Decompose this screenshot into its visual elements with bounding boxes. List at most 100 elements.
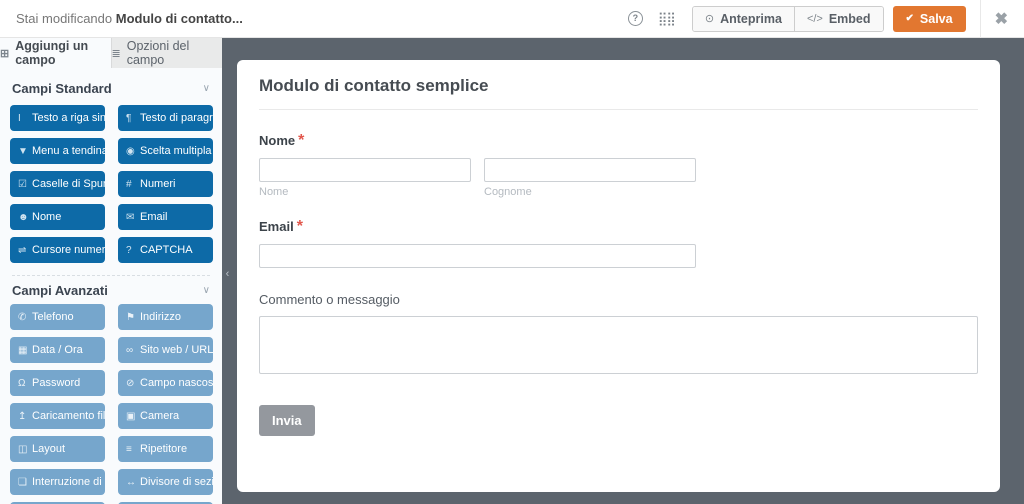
field-button-menu-a-tendina[interactable]: ▼ Menu a tendina xyxy=(10,138,105,164)
advanced-section-header[interactable]: Campi Avanzati ∨ xyxy=(12,282,210,298)
eye-icon: ⊙ xyxy=(704,13,715,25)
email-input[interactable] xyxy=(259,244,696,268)
field-type-icon: ≡ xyxy=(126,443,132,455)
required-asterisk: * xyxy=(296,218,303,235)
first-name-input[interactable] xyxy=(259,158,471,182)
field-button-numeri[interactable]: # Numeri xyxy=(118,171,213,197)
field-type-icon: ⇌ xyxy=(18,244,27,256)
field-button-password[interactable]: Ω Password xyxy=(10,370,105,396)
last-name-sublabel: Cognome xyxy=(484,186,532,198)
field-button-label: Testo a riga singola xyxy=(32,112,105,124)
tab-add-field-label: Aggiungi un campo xyxy=(15,39,89,67)
last-name-input[interactable] xyxy=(484,158,696,182)
standard-fields-grid: I Testo a riga singola ¶ Testo di paragr… xyxy=(10,105,213,263)
chevron-down-icon: ∨ xyxy=(202,82,210,94)
field-button-cursore-numerico[interactable]: ⇌ Cursore numerico xyxy=(10,237,105,263)
field-type-icon: I xyxy=(18,112,21,124)
add-field-icon: ⊞ xyxy=(0,47,10,60)
field-button-testo-a-riga-singola[interactable]: I Testo a riga singola xyxy=(10,105,105,131)
standard-fields-section: Campi Standard ∨ I Testo a riga singola … xyxy=(0,80,222,263)
comment-field-block[interactable]: Commento o messaggio xyxy=(259,292,978,379)
field-button-layout[interactable]: ◫ Layout xyxy=(10,436,105,462)
field-type-icon: ▣ xyxy=(126,410,136,422)
field-button-divisore-di-sezione[interactable]: ↔ Divisore di sezione xyxy=(118,469,213,495)
chevron-left-icon: ‹ xyxy=(225,268,230,280)
field-type-icon: ☻ xyxy=(18,211,29,223)
field-button-label: Nome xyxy=(32,211,62,223)
field-button-label: Scelta multipla xyxy=(140,145,212,157)
field-type-icon: ⚑ xyxy=(126,311,135,323)
field-type-icon: ✆ xyxy=(18,311,27,323)
field-button-label: Sito web / URL xyxy=(140,344,213,356)
field-button-label: Caricamento file xyxy=(32,410,105,422)
comment-textarea[interactable] xyxy=(259,316,978,374)
field-type-icon: ◫ xyxy=(18,443,28,455)
tab-field-options[interactable]: ≣ Opzioni del campo xyxy=(110,38,223,68)
field-button-label: Interruzione di pa... xyxy=(32,476,105,488)
field-button-data-ora[interactable]: ▦ Data / Ora xyxy=(10,337,105,363)
close-icon[interactable]: ✖ xyxy=(981,9,1010,29)
field-type-icon: Ω xyxy=(18,377,26,389)
standard-section-title: Campi Standard xyxy=(12,80,112,96)
advanced-fields-grid: ✆ Telefono ⚑ Indirizzo ▦ Data / Ora ∞ Si… xyxy=(10,304,213,504)
field-button-label: Testo di paragrafo xyxy=(140,112,213,124)
field-type-icon: ⊘ xyxy=(126,377,135,389)
sidebar-collapse-handle[interactable]: ‹ xyxy=(222,255,233,293)
advanced-section-title: Campi Avanzati xyxy=(12,282,108,298)
name-field-label: Nome xyxy=(259,133,296,148)
field-type-icon: ☑ xyxy=(18,178,27,190)
field-button-testo-di-paragrafo[interactable]: ¶ Testo di paragrafo xyxy=(118,105,213,131)
field-palette-sidebar: ⊞ Aggiungi un campo ≣ Opzioni del campo … xyxy=(0,38,222,504)
save-button[interactable]: ✔ Salva xyxy=(892,5,966,32)
field-type-icon: ¶ xyxy=(126,112,132,124)
field-type-icon: ▦ xyxy=(18,344,28,356)
embed-label: Embed xyxy=(828,11,871,26)
field-button-ripetitore[interactable]: ≡ Ripetitore xyxy=(118,436,213,462)
preview-button[interactable]: ⊙ Anteprima xyxy=(692,6,794,31)
first-name-column: Nome xyxy=(259,158,471,198)
field-button-label: Telefono xyxy=(32,311,74,323)
advanced-fields-section: Campi Avanzati ∨ ✆ Telefono ⚑ Indirizzo xyxy=(0,282,222,504)
field-button-label: Divisore di sezione xyxy=(140,476,213,488)
field-button-email[interactable]: ✉ Email xyxy=(118,204,213,230)
field-type-icon: ↔ xyxy=(126,476,136,488)
field-button-camera[interactable]: ▣ Camera xyxy=(118,403,213,429)
field-button-interruzione-di-pa[interactable]: ❏ Interruzione di pa... xyxy=(10,469,105,495)
field-type-icon: ❏ xyxy=(18,476,27,488)
field-type-icon: ✉ xyxy=(126,211,135,223)
field-type-icon: ◉ xyxy=(126,145,135,157)
field-button-label: Campo nascosto xyxy=(140,377,213,389)
field-button-indirizzo[interactable]: ⚑ Indirizzo xyxy=(118,304,213,330)
shortcuts-grid-icon[interactable]: ⣿⣿ xyxy=(658,12,676,25)
field-type-icon: ▼ xyxy=(18,145,28,157)
email-field-label-row: Email * xyxy=(259,218,978,236)
field-button-campo-nascosto[interactable]: ⊘ Campo nascosto xyxy=(118,370,213,396)
field-button-label: Camera xyxy=(140,410,180,422)
sections-divider xyxy=(12,275,210,276)
field-button-sito-web-url[interactable]: ∞ Sito web / URL xyxy=(118,337,213,363)
field-button-label: Menu a tendina xyxy=(32,145,105,157)
field-button-caselle-di-spunta[interactable]: ☑ Caselle di Spunta xyxy=(10,171,105,197)
field-button-telefono[interactable]: ✆ Telefono xyxy=(10,304,105,330)
editing-status: Stai modificando Modulo di contatto... xyxy=(16,11,243,26)
save-label: Salva xyxy=(919,11,953,26)
field-type-icon: # xyxy=(126,178,132,190)
email-field-block[interactable]: Email * xyxy=(259,218,978,268)
form-title[interactable]: Modulo di contatto semplice xyxy=(259,76,978,110)
name-field-label-row: Nome * xyxy=(259,132,978,150)
standard-section-header[interactable]: Campi Standard ∨ xyxy=(12,80,210,96)
chevron-down-icon: ∨ xyxy=(202,284,210,296)
field-button-nome[interactable]: ☻ Nome xyxy=(10,204,105,230)
field-button-label: Numeri xyxy=(140,178,176,190)
submit-button[interactable]: Invia xyxy=(259,405,315,436)
tab-add-field[interactable]: ⊞ Aggiungi un campo xyxy=(0,38,111,68)
topbar-actions: ? ⣿⣿ ⊙ Anteprima </> Embed ✔ Salva ✖ xyxy=(627,0,1010,38)
help-icon[interactable]: ? xyxy=(627,11,643,26)
embed-button[interactable]: </> Embed xyxy=(793,6,883,31)
field-type-icon: ? xyxy=(126,244,132,256)
field-button-scelta-multipla[interactable]: ◉ Scelta multipla xyxy=(118,138,213,164)
field-button-captcha[interactable]: ? CAPTCHA xyxy=(118,237,213,263)
field-button-caricamento-file[interactable]: ↥ Caricamento file xyxy=(10,403,105,429)
field-button-label: Password xyxy=(32,377,81,389)
name-field-block[interactable]: Nome * Nome Cognome xyxy=(259,132,978,198)
